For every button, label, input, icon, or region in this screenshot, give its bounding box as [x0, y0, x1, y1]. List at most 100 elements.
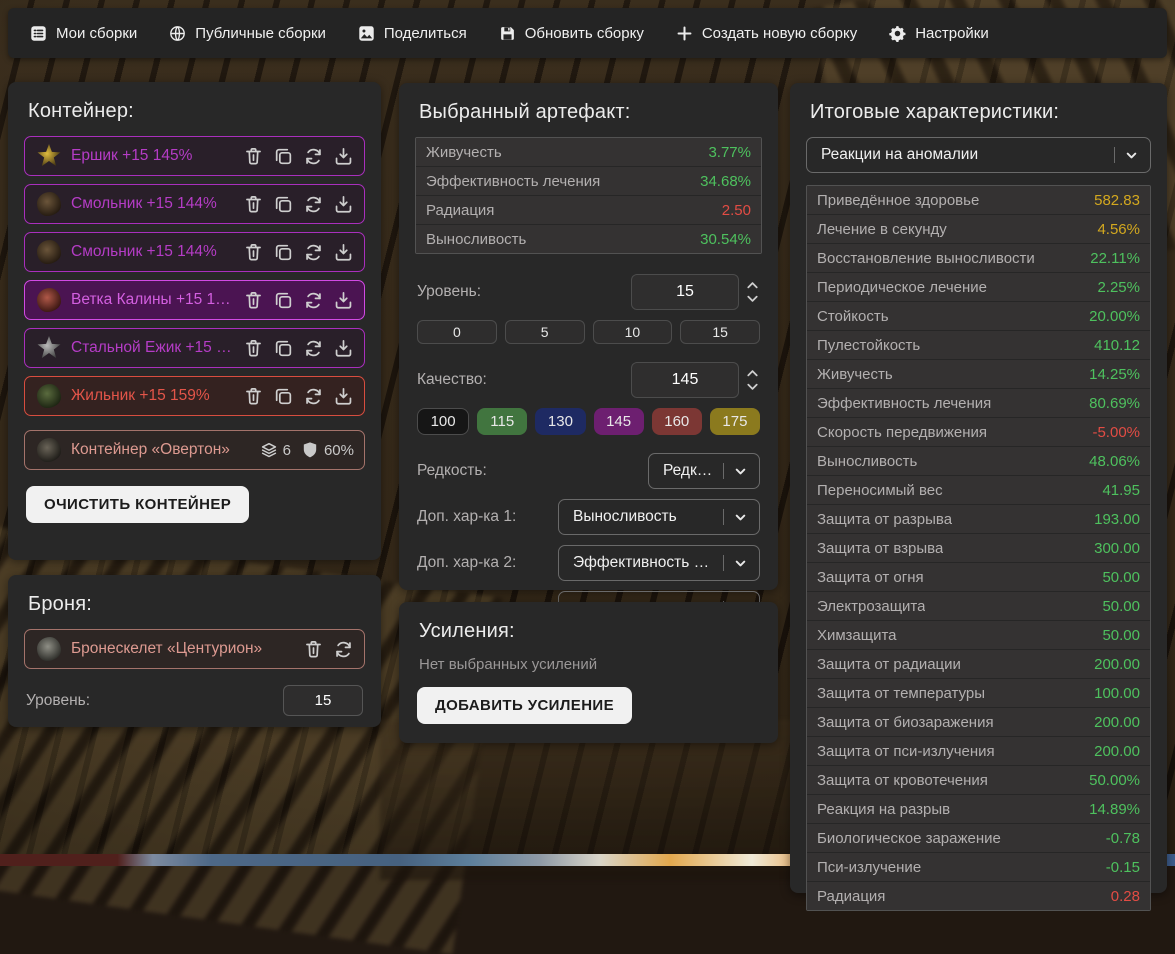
- nav-item-my-builds[interactable]: Мои сборки: [30, 25, 137, 42]
- stat-label: Защита от температуры: [817, 685, 985, 702]
- copy-icon[interactable]: [273, 386, 294, 407]
- armor-level-input[interactable]: [283, 685, 363, 716]
- container-artifact-row[interactable]: Жильник +15 159%: [24, 376, 365, 416]
- refresh-icon[interactable]: [303, 290, 324, 311]
- extra-stat-select-1[interactable]: Выносливость: [558, 499, 760, 535]
- refresh-icon[interactable]: [333, 639, 354, 660]
- stat-label: Радиация: [817, 888, 885, 905]
- artifact-icon: [37, 288, 61, 312]
- trash-icon[interactable]: [243, 194, 264, 215]
- refresh-icon[interactable]: [303, 242, 324, 263]
- export-icon[interactable]: [333, 242, 354, 263]
- container-name: Контейнер «Овертон»: [71, 441, 250, 459]
- quality-preset-button[interactable]: 130: [535, 408, 585, 435]
- armor-name: Бронескелет «Центурион»: [71, 640, 293, 658]
- artifact-label: Смольник +15 144%: [71, 243, 233, 261]
- quality-input[interactable]: [631, 362, 739, 398]
- copy-icon[interactable]: [273, 242, 294, 263]
- quality-preset-button[interactable]: 160: [652, 408, 702, 435]
- summary-filter-select[interactable]: Реакции на аномалии: [806, 137, 1151, 173]
- stat-row: Восстановление выносливости22.11%: [807, 244, 1150, 273]
- level-input[interactable]: [631, 274, 739, 310]
- level-down-icon[interactable]: [745, 293, 760, 305]
- nav-item-settings[interactable]: Настройки: [889, 25, 989, 42]
- stat-row: Радиация0.28: [807, 882, 1150, 910]
- refresh-icon[interactable]: [303, 194, 324, 215]
- level-up-icon[interactable]: [745, 279, 760, 291]
- stat-value: 30.54%: [700, 231, 751, 248]
- refresh-icon[interactable]: [303, 386, 324, 407]
- trash-icon[interactable]: [303, 639, 324, 660]
- extra-stat-label: Доп. хар-ка 1:: [417, 508, 516, 526]
- armor-panel: Броня: Бронескелет «Центурион» Уровень:: [8, 575, 381, 727]
- copy-icon[interactable]: [273, 146, 294, 167]
- gear-icon: [889, 25, 906, 42]
- trash-icon[interactable]: [243, 242, 264, 263]
- extra-stat-select-2[interactable]: Эффективность ле...: [558, 545, 760, 581]
- stat-label: Реакция на разрыв: [817, 801, 950, 818]
- quality-down-icon[interactable]: [745, 381, 760, 393]
- trash-icon[interactable]: [243, 338, 264, 359]
- quality-preset-button[interactable]: 100: [417, 408, 469, 435]
- clear-container-button[interactable]: ОЧИСТИТЬ КОНТЕЙНЕР: [26, 486, 249, 523]
- trash-icon[interactable]: [243, 146, 264, 167]
- nav-item-label: Создать новую сборку: [702, 25, 857, 42]
- extra-stat-value: Выносливость: [573, 508, 713, 526]
- export-icon[interactable]: [333, 146, 354, 167]
- copy-icon[interactable]: [273, 338, 294, 359]
- nav-item-create-build[interactable]: Создать новую сборку: [676, 25, 857, 42]
- export-icon[interactable]: [333, 194, 354, 215]
- export-icon[interactable]: [333, 338, 354, 359]
- quality-up-icon[interactable]: [745, 367, 760, 379]
- selected-artifact-panel: Выбранный артефакт: Живучесть3.77%Эффект…: [399, 83, 778, 590]
- level-stepper: [631, 274, 760, 310]
- nav-item-label: Настройки: [915, 25, 989, 42]
- quality-preset-button[interactable]: 145: [594, 408, 644, 435]
- refresh-icon[interactable]: [303, 338, 324, 359]
- layers-icon: [260, 441, 278, 459]
- copy-icon[interactable]: [273, 194, 294, 215]
- chevron-down-icon: [732, 463, 749, 480]
- quality-preset-button[interactable]: 115: [477, 408, 527, 435]
- level-preset-button[interactable]: 5: [505, 320, 585, 344]
- globe-icon: [169, 25, 186, 42]
- rarity-value: Редкий: [663, 462, 713, 480]
- trash-icon[interactable]: [243, 290, 264, 311]
- summary-stats-table: Приведённое здоровье582.83Лечение в секу…: [806, 185, 1151, 911]
- stat-row: Защита от разрыва193.00: [807, 505, 1150, 534]
- stat-label: Живучесть: [817, 366, 893, 383]
- stat-label: Лечение в секунду: [817, 221, 947, 238]
- armor-item-row[interactable]: Бронескелет «Центурион»: [24, 629, 365, 669]
- rarity-select[interactable]: Редкий: [648, 453, 760, 489]
- quality-preset-button[interactable]: 175: [710, 408, 760, 435]
- stat-row: Электрозащита50.00: [807, 592, 1150, 621]
- export-icon[interactable]: [333, 386, 354, 407]
- add-boost-button[interactable]: ДОБАВИТЬ УСИЛЕНИЕ: [417, 687, 632, 724]
- container-artifact-row[interactable]: Стальной Ежик +15 145%: [24, 328, 365, 368]
- stat-label: Переносимый вес: [817, 482, 943, 499]
- container-artifact-row[interactable]: Ветка Калины +15 145%: [24, 280, 365, 320]
- trash-icon[interactable]: [243, 386, 264, 407]
- container-panel: Контейнер: Ершик +15 145%Смольник +15 14…: [8, 82, 381, 560]
- stat-value: 200.00: [1094, 743, 1140, 760]
- nav-item-update-build[interactable]: Обновить сборку: [499, 25, 644, 42]
- export-icon[interactable]: [333, 290, 354, 311]
- container-artifact-row[interactable]: Смольник +15 144%: [24, 232, 365, 272]
- stat-value: 22.11%: [1090, 250, 1140, 267]
- level-preset-button[interactable]: 0: [417, 320, 497, 344]
- container-artifact-row[interactable]: Ершик +15 145%: [24, 136, 365, 176]
- top-navbar: Мои сборки Публичные сборки Поделиться Обно…: [8, 8, 1167, 58]
- stat-label: Защита от пси-излучения: [817, 743, 995, 760]
- nav-item-public-builds[interactable]: Публичные сборки: [169, 25, 326, 42]
- level-preset-button[interactable]: 15: [680, 320, 760, 344]
- container-artifact-row[interactable]: Смольник +15 144%: [24, 184, 365, 224]
- stat-row: Живучесть14.25%: [807, 360, 1150, 389]
- level-preset-button[interactable]: 10: [593, 320, 673, 344]
- copy-icon[interactable]: [273, 290, 294, 311]
- nav-item-share[interactable]: Поделиться: [358, 25, 467, 42]
- stat-label: Эффективность лечения: [817, 395, 991, 412]
- row-actions: [243, 338, 354, 359]
- container-info-row[interactable]: Контейнер «Овертон» 6 60%: [24, 430, 365, 470]
- stat-row: Защита от огня50.00: [807, 563, 1150, 592]
- refresh-icon[interactable]: [303, 146, 324, 167]
